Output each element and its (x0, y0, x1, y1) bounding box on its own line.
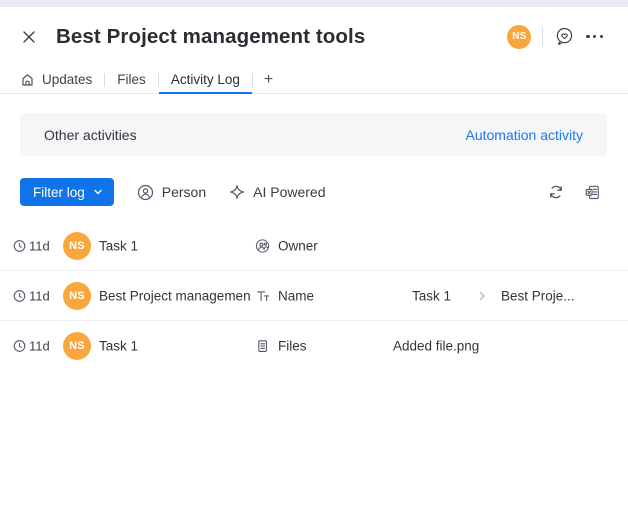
clock-icon (13, 340, 26, 353)
automation-activity-link[interactable]: Automation activity (466, 127, 584, 143)
export-to-excel-icon[interactable] (584, 184, 601, 201)
old-value: Task 1 (412, 288, 452, 303)
tab-label: Updates (42, 72, 93, 87)
add-tab-button[interactable]: + (253, 66, 284, 93)
sparkle-icon (229, 184, 245, 200)
file-column-icon (255, 339, 270, 354)
toolbar-right-actions (548, 184, 607, 201)
time-label: 11d (29, 288, 50, 303)
column-info: Files (255, 339, 307, 354)
column-name: Files (278, 338, 307, 354)
ai-powered-filter-button[interactable]: AI Powered (229, 184, 326, 200)
activity-row[interactable]: 11d NS Best Project managemen... Name Ta… (0, 271, 628, 321)
column-info: Owner (255, 238, 318, 253)
chevron-down-icon (93, 187, 103, 197)
activity-row[interactable]: 11d NS Task 1 Files Added file.png (0, 321, 628, 371)
banner-title: Other activities (44, 126, 137, 143)
ai-powered-label: AI Powered (253, 184, 326, 200)
activity-log-list: 11d NS Task 1 Owner 11d NS Best Project … (0, 221, 628, 371)
person-filter-label: Person (161, 184, 207, 200)
new-value: Best Proje... (501, 288, 575, 303)
person-icon (137, 184, 154, 201)
column-name: Name (278, 288, 315, 303)
close-icon[interactable] (20, 28, 38, 46)
row-time: 11d (13, 238, 50, 253)
header: Best Project management tools NS (0, 7, 628, 66)
time-label: 11d (29, 338, 50, 354)
user-avatar[interactable]: NS (507, 24, 532, 49)
row-avatar: NS (63, 281, 91, 310)
home-icon (20, 72, 35, 87)
row-time: 11d (13, 288, 50, 303)
background-strip (0, 0, 628, 7)
filter-log-label: Filter log (33, 184, 85, 200)
value-change: Task 1 Best Proje... (412, 288, 575, 303)
page-title: Best Project management tools (56, 24, 366, 48)
header-divider (542, 27, 544, 46)
item-name: Task 1 (99, 238, 139, 253)
item-name: Task 1 (99, 338, 139, 354)
activity-row[interactable]: 11d NS Task 1 Owner (0, 221, 628, 271)
tab-label: Files (117, 72, 146, 87)
feedback-bubble-icon[interactable] (554, 26, 575, 47)
log-toolbar: Filter log Person AI Powered (20, 178, 607, 206)
person-filter-button[interactable]: Person (137, 184, 206, 201)
tab-updates[interactable]: Updates (8, 66, 104, 93)
people-column-icon (255, 238, 270, 253)
column-name: Owner (278, 238, 318, 253)
clock-icon (13, 239, 26, 252)
item-card-window: Best Project management tools NS Updates… (0, 0, 628, 507)
row-time: 11d (13, 339, 50, 354)
clock-icon (13, 289, 26, 302)
tab-bar: Updates Files Activity Log + (0, 66, 628, 94)
text-column-icon (255, 288, 270, 303)
row-avatar: NS (63, 231, 91, 260)
refresh-icon[interactable] (548, 184, 564, 200)
other-activities-banner: Other activities Automation activity (20, 113, 607, 156)
row-avatar: NS (63, 332, 91, 360)
tab-files[interactable]: Files (105, 66, 158, 93)
chevron-right-icon (477, 290, 488, 301)
filter-log-button[interactable]: Filter log (20, 178, 114, 206)
time-label: 11d (29, 238, 50, 253)
more-options-icon[interactable] (586, 34, 603, 39)
header-actions: NS (507, 24, 603, 49)
tab-label: Activity Log (170, 72, 240, 87)
tab-activity-log[interactable]: Activity Log (158, 66, 252, 94)
file-activity-description: Added file.png (393, 338, 480, 354)
item-name: Best Project managemen... (99, 288, 252, 303)
column-info: Name (255, 288, 314, 303)
